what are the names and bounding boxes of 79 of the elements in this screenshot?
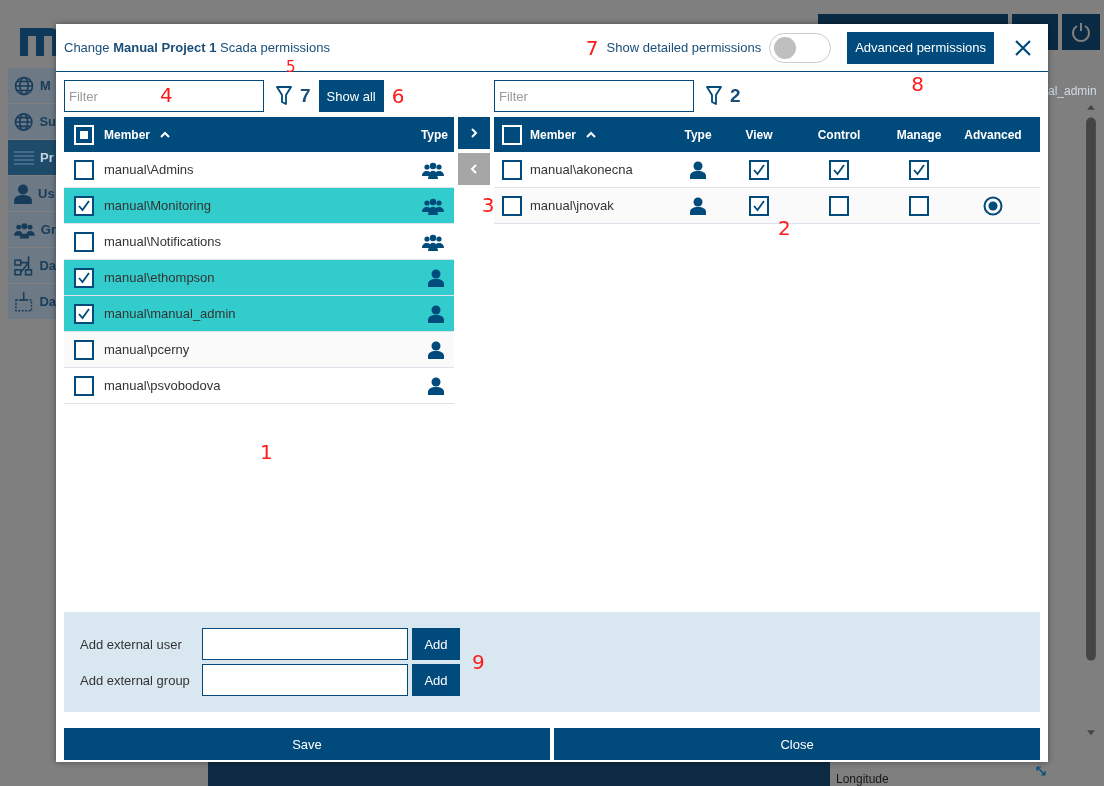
column-header[interactable]: Type (664, 127, 732, 142)
globe-icon (14, 75, 34, 96)
field-label: Add external user (80, 636, 183, 652)
column-header[interactable]: Member (530, 127, 664, 142)
checkbox[interactable] (74, 303, 94, 324)
toggle-label: Show detailed permissions (606, 40, 762, 55)
checkbox[interactable] (749, 195, 769, 216)
checkbox[interactable] (909, 195, 929, 216)
field-label: Longitude (836, 772, 889, 786)
power-button[interactable] (1062, 14, 1100, 50)
annotation-number: 3 (481, 195, 495, 215)
chevron-left-icon (470, 163, 478, 175)
checkbox[interactable] (502, 195, 522, 216)
checkbox[interactable] (74, 267, 94, 288)
column-header[interactable]: Advanced (946, 127, 1040, 142)
filter-icon (706, 86, 722, 106)
annotation-number: 4 (160, 85, 173, 105)
toggle-switch[interactable] (769, 32, 832, 63)
show-all-button[interactable]: Show all (318, 80, 384, 112)
annotation-number: 1 (260, 442, 273, 462)
member-name: manual\Admins (104, 162, 195, 177)
input-field[interactable] (202, 628, 408, 660)
column-header[interactable]: Manage (892, 127, 946, 142)
save-button[interactable]: Save (64, 728, 550, 760)
add-button[interactable]: Add (412, 628, 460, 660)
member-name: manual\ethompson (104, 270, 216, 285)
list-icon (14, 149, 34, 166)
column-header[interactable]: Control (786, 127, 892, 142)
annotation-number: 6 (391, 86, 405, 106)
member-count: 2 (730, 85, 741, 106)
filter-icon (276, 86, 292, 106)
member-name: manual\psvobodova (104, 378, 222, 393)
checkbox[interactable] (74, 159, 94, 180)
advanced-permissions-button[interactable]: Advanced permissions (847, 31, 994, 64)
add-button[interactable]: Add (412, 664, 460, 696)
move-right-button[interactable] (458, 117, 490, 149)
checkbox[interactable] (829, 159, 849, 180)
checkbox[interactable] (74, 195, 94, 216)
select-all-checkbox[interactable] (502, 124, 522, 145)
checkbox[interactable] (74, 339, 94, 360)
checkbox[interactable] (74, 231, 94, 252)
diagram-icon (14, 254, 34, 277)
field-label: Add external group (80, 672, 191, 688)
member-name: manual\pcerny (104, 342, 191, 357)
annotation-number: 2 (778, 218, 791, 238)
close-button[interactable]: Close (554, 728, 1040, 760)
member-name: manual\akonecna (530, 162, 634, 177)
group-icon (14, 220, 35, 239)
input-field[interactable] (202, 664, 408, 696)
dialog-title: Change Manual Project 1 Scada permissions (64, 40, 331, 55)
close-icon[interactable] (1014, 38, 1032, 57)
annotation-number: 8 (911, 73, 924, 94)
column-header[interactable]: Type (394, 127, 454, 142)
filter-field[interactable]: Filter (494, 80, 694, 112)
member-name: manual\Notifications (104, 234, 223, 249)
device-icon (14, 290, 34, 313)
checkbox[interactable] (749, 159, 769, 180)
annotation-number: 9 (472, 652, 485, 672)
chevron-right-icon (470, 127, 478, 139)
annotation-number: 7 (585, 37, 599, 58)
sidebar-item[interactable]: Pr (8, 140, 56, 175)
member-count: 7 (300, 85, 311, 106)
checkbox[interactable] (909, 159, 929, 180)
user-icon (14, 183, 32, 204)
checkbox[interactable] (502, 159, 522, 180)
member-name: manual\Monitoring (104, 198, 212, 213)
column-header[interactable]: Member (104, 127, 394, 142)
user-name: al_admin (1048, 84, 1098, 98)
sort-caret-icon (160, 131, 170, 138)
column-header[interactable]: View (732, 127, 786, 142)
member-name: manual\jnovak (530, 198, 615, 213)
sort-caret-icon (586, 131, 596, 138)
globe-icon (14, 111, 34, 132)
member-name: manual\manual_admin (104, 306, 237, 321)
power-icon[interactable] (1070, 21, 1092, 43)
radio-button[interactable] (983, 195, 1003, 216)
select-all-checkbox[interactable] (74, 124, 94, 145)
checkbox[interactable] (829, 195, 849, 216)
checkbox[interactable] (74, 375, 94, 396)
